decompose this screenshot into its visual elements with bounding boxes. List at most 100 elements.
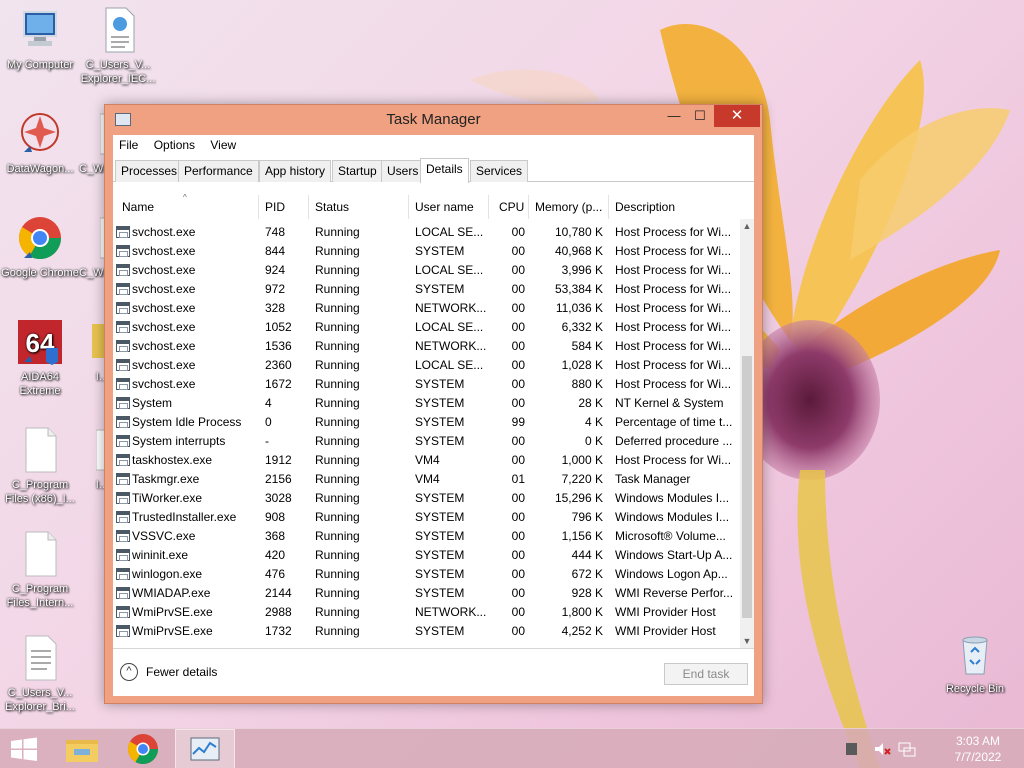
scroll-thumb[interactable]	[742, 356, 752, 618]
cell-status: Running	[315, 567, 360, 581]
tray-volume-muted-icon[interactable]	[873, 741, 891, 760]
column-header-cpu[interactable]: CPU	[493, 195, 529, 219]
table-row[interactable]: System 4 Running SYSTEM 00 28 K NT Kernel & Sy…	[113, 394, 740, 413]
table-row[interactable]: svchost.exe 2360 Running LOCAL SE... 00 1,028…	[113, 356, 740, 375]
table-row[interactable]: svchost.exe 924 Running LOCAL SE... 00 3,996 …	[113, 261, 740, 280]
cell-description: Host Process for Wi...	[615, 282, 732, 296]
desktop-icon-my-computer[interactable]: My Computer	[0, 6, 80, 72]
title-bar[interactable]: Task Manager — ☐ ✕	[105, 105, 762, 135]
process-icon	[116, 283, 130, 295]
cell-status: Running	[315, 472, 360, 486]
cell-description: NT Kernel & System	[615, 396, 724, 410]
minimize-button[interactable]: —	[661, 105, 687, 127]
table-row[interactable]: svchost.exe 1536 Running NETWORK... 00 584 K H…	[113, 337, 740, 356]
desktop-icon-partial-2[interactable]: I...	[72, 426, 108, 492]
tray-action-center-icon[interactable]	[845, 741, 859, 760]
cell-name: svchost.exe	[132, 358, 196, 372]
table-row[interactable]: WmiPrvSE.exe 2988 Running NETWORK... 00 1,800…	[113, 603, 740, 622]
cell-name: System	[132, 396, 173, 410]
cell-status: Running	[315, 301, 360, 315]
table-row[interactable]: svchost.exe 328 Running NETWORK... 00 11,036 …	[113, 299, 740, 318]
process-icon	[116, 359, 130, 371]
desktop-icon-users-explorer-bri[interactable]: C_Users_V... Explorer_Bri...	[0, 634, 80, 714]
cell-pid: 328	[265, 301, 286, 315]
table-row[interactable]: svchost.exe 972 Running SYSTEM 00 53,384 K Hos…	[113, 280, 740, 299]
process-icon	[116, 511, 130, 523]
column-header-name[interactable]: Name	[116, 195, 259, 219]
tab-performance[interactable]: Performance	[178, 160, 259, 182]
menu-file[interactable]: File	[113, 135, 144, 152]
table-row[interactable]: svchost.exe 844 Running SYSTEM 00 40,968 K Hos…	[113, 242, 740, 261]
taskbar-file-explorer[interactable]	[52, 729, 112, 768]
tab-startup[interactable]: Startup	[332, 160, 383, 182]
cell-pid: 2988	[265, 605, 292, 619]
table-row[interactable]: System Idle Process 0 Running SYSTEM 99 4 K Pe…	[113, 413, 740, 432]
cell-name: svchost.exe	[132, 225, 196, 239]
column-header-status[interactable]: Status	[309, 195, 409, 219]
process-icon	[116, 321, 130, 333]
table-row[interactable]: WMIADAP.exe 2144 Running SYSTEM 00 928 K WMI R…	[113, 584, 740, 603]
cell-description: Percentage of time t...	[615, 415, 733, 429]
cell-user-name: LOCAL SE...	[415, 358, 484, 372]
table-row[interactable]: VSSVC.exe 368 Running SYSTEM 00 1,156 K Micros…	[113, 527, 740, 546]
close-button[interactable]: ✕	[714, 105, 760, 127]
table-row[interactable]: wininit.exe 420 Running SYSTEM 00 444 K Window…	[113, 546, 740, 565]
table-row[interactable]: Taskmgr.exe 2156 Running VM4 01 7,220 K Task M…	[113, 470, 740, 489]
table-row[interactable]: svchost.exe 748 Running LOCAL SE... 00 10,780…	[113, 223, 740, 242]
tray-network-icon[interactable]	[898, 741, 916, 760]
tab-services[interactable]: Services	[470, 160, 529, 182]
table-row[interactable]: winlogon.exe 476 Running SYSTEM 00 672 K Windo…	[113, 565, 740, 584]
tab-details[interactable]: Details	[420, 158, 469, 183]
scroll-down-icon[interactable]: ▼	[740, 634, 754, 648]
vertical-scrollbar[interactable]: ▲ ▼	[740, 219, 754, 648]
cell-name: System Idle Process	[132, 415, 242, 429]
cell-description: Task Manager	[615, 472, 691, 486]
cell-cpu: 99	[511, 415, 525, 429]
column-header-description[interactable]: Description	[609, 195, 740, 219]
cell-cpu: 00	[511, 510, 525, 524]
tab-strip: Processes Performance App history Startu…	[113, 158, 754, 183]
cell-name: winlogon.exe	[132, 567, 203, 581]
desktop-icon-explorer-iec[interactable]: C_Users_V... Explorer_IEC...	[78, 6, 158, 86]
cell-cpu: 00	[511, 263, 525, 277]
desktop-icon-folder-partial[interactable]: I...	[72, 318, 108, 384]
table-row[interactable]: taskhostex.exe 1912 Running VM4 00 1,000 K Hos…	[113, 451, 740, 470]
maximize-button[interactable]: ☐	[687, 105, 713, 127]
cell-user-name: NETWORK...	[415, 301, 487, 315]
table-row[interactable]: TiWorker.exe 3028 Running SYSTEM 00 15,296 K W…	[113, 489, 740, 508]
end-task-button[interactable]: End task	[664, 663, 748, 685]
column-header-user-name[interactable]: User name	[409, 195, 489, 219]
menu-options[interactable]: Options	[148, 135, 201, 152]
column-header-memory[interactable]: Memory (p...	[529, 195, 609, 219]
fewer-details-link[interactable]: Fewer details	[146, 665, 217, 679]
table-row[interactable]: svchost.exe 1052 Running LOCAL SE... 00 6,332…	[113, 318, 740, 337]
cell-name: WMIADAP.exe	[132, 586, 211, 600]
desktop-icon-aida64[interactable]: 64 AIDA64 Extreme	[0, 318, 80, 398]
cell-status: Running	[315, 377, 360, 391]
taskbar-chrome[interactable]	[113, 729, 173, 768]
cell-cpu: 00	[511, 491, 525, 505]
process-icon	[116, 454, 130, 466]
table-row[interactable]: TrustedInstaller.exe 908 Running SYSTEM 00 79…	[113, 508, 740, 527]
cell-cpu: 00	[511, 225, 525, 239]
start-button[interactable]	[0, 729, 48, 768]
scroll-up-icon[interactable]: ▲	[740, 219, 754, 233]
table-row[interactable]: WmiPrvSE.exe 1732 Running SYSTEM 00 4,252 K WM…	[113, 622, 740, 641]
taskbar-task-manager[interactable]	[175, 729, 235, 768]
desktop-icon-program-files-internet[interactable]: C_Program Files_Intern...	[0, 530, 80, 610]
table-row[interactable]: svchost.exe 1672 Running SYSTEM 00 880 K Host …	[113, 375, 740, 394]
desktop-icon-program-files-x86[interactable]: C_Program Files (x86)_I...	[0, 426, 80, 506]
tab-processes[interactable]: Processes	[115, 160, 184, 182]
desktop-icon-recycle-bin[interactable]: Recycle Bin	[935, 630, 1015, 696]
tab-app-history[interactable]: App history	[259, 160, 332, 182]
tab-users[interactable]: Users	[381, 160, 425, 182]
cell-name: svchost.exe	[132, 282, 196, 296]
process-icon	[116, 549, 130, 561]
cell-name: svchost.exe	[132, 377, 196, 391]
cell-status: Running	[315, 529, 360, 543]
menu-view[interactable]: View	[204, 135, 242, 152]
table-row[interactable]: System interrupts - Running SYSTEM 00 0 K Defe…	[113, 432, 740, 451]
system-clock[interactable]: 3:03 AM 7/7/2022	[940, 733, 1016, 765]
column-header-pid[interactable]: PID	[259, 195, 309, 219]
chevron-up-icon[interactable]: ^	[120, 663, 138, 681]
